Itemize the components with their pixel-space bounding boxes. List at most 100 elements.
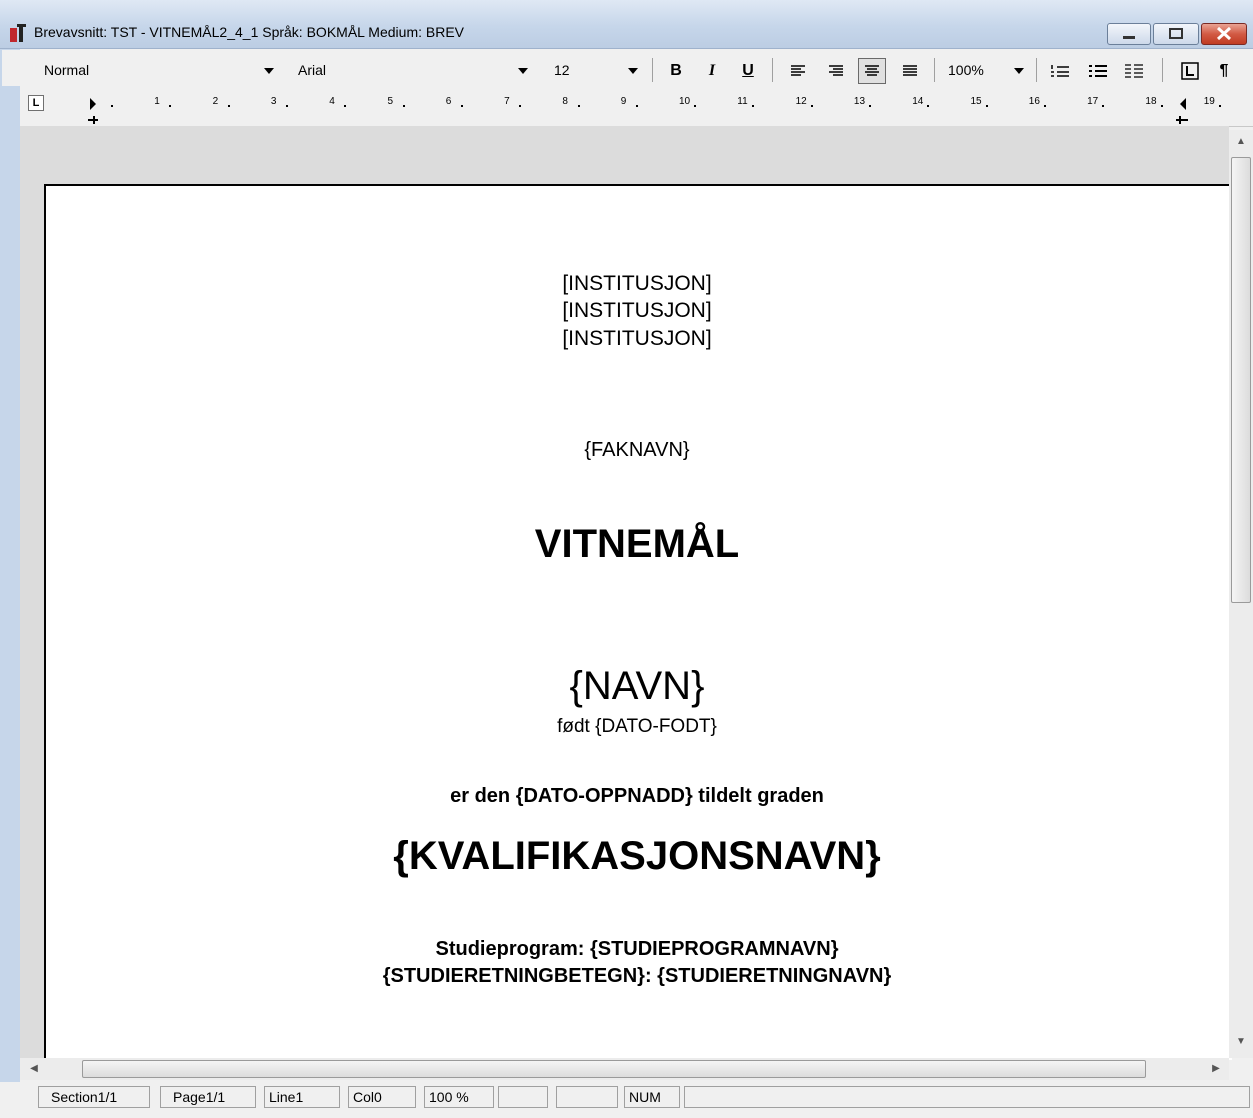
outline-list-icon (1125, 64, 1143, 78)
ruler-number: 18 (1145, 96, 1157, 107)
status-zoom: 100 % (424, 1086, 494, 1108)
ruler-number: 4 (329, 96, 335, 107)
maximize-icon (1169, 28, 1183, 39)
align-left-icon (791, 65, 805, 76)
justify-button[interactable] (896, 58, 924, 84)
align-center-icon (865, 65, 879, 76)
ruler-tick (111, 105, 114, 107)
ruler[interactable] (20, 92, 1253, 127)
close-icon (1216, 26, 1232, 41)
ruler-tick (1218, 105, 1221, 107)
ruler-tick (519, 105, 522, 107)
chevron-down-icon (518, 68, 528, 74)
status-empty-1 (498, 1086, 548, 1108)
close-button[interactable] (1201, 23, 1247, 45)
ruler-number: 15 (970, 96, 982, 107)
toolbar-separator (1162, 58, 1163, 82)
numbered-list-icon (1051, 65, 1069, 77)
qualification-name: {KVALIFIKASJONSNAVN} (393, 834, 881, 878)
ruler-tick (635, 105, 638, 107)
status-section: Section1/1 (38, 1086, 150, 1108)
justify-icon (903, 65, 917, 76)
vertical-scroll-thumb[interactable] (1231, 157, 1251, 603)
scroll-up-button[interactable]: ▲ (1231, 132, 1251, 152)
ruler-tick (227, 105, 230, 107)
tab-stop-button[interactable] (1176, 58, 1204, 84)
bullet-list-button[interactable] (1084, 58, 1112, 84)
ruler-number: 10 (679, 96, 691, 107)
align-center-button[interactable] (858, 58, 886, 84)
ruler-number: 16 (1028, 96, 1040, 107)
underline-button[interactable]: U (734, 58, 762, 84)
bold-button[interactable]: B (662, 58, 690, 84)
align-left-button[interactable] (784, 58, 812, 84)
zoom-select[interactable]: 100% (942, 58, 1028, 84)
status-line: Line1 (264, 1086, 340, 1108)
tab-stop-icon (1181, 62, 1199, 80)
ruler-tick (402, 105, 405, 107)
ruler-tick (460, 105, 463, 107)
maximize-button[interactable] (1153, 23, 1199, 45)
institution-line-2: [INSTITUSJON] (562, 299, 712, 322)
ruler-tick (927, 105, 930, 107)
font-size-value: 12 (554, 62, 570, 78)
ruler-number: 8 (562, 96, 568, 107)
horizontal-scroll-thumb[interactable] (82, 1060, 1146, 1078)
bullet-list-icon (1089, 65, 1107, 77)
institution-line-3: [INSTITUSJON] (562, 327, 712, 350)
show-formatting-button[interactable]: ¶ (1210, 58, 1238, 84)
minimize-icon (1123, 36, 1135, 39)
app-icon (10, 24, 26, 42)
ruler-tick (869, 105, 872, 107)
ruler-tick (577, 105, 580, 107)
scroll-right-button[interactable]: ▶ (1206, 1060, 1226, 1078)
document-heading: VITNEMÅL (534, 522, 740, 566)
font-size-select[interactable]: 12 (548, 58, 642, 84)
ruler-number: 5 (387, 96, 394, 107)
chevron-down-icon (628, 68, 638, 74)
ruler-tick (169, 105, 172, 107)
scroll-left-button[interactable]: ◀ (24, 1060, 44, 1078)
outline-list-button[interactable] (1120, 58, 1148, 84)
faculty-name: {FAKNAVN} (584, 439, 690, 461)
italic-button[interactable]: I (698, 58, 726, 84)
student-name: {NAVN} (569, 664, 705, 708)
tab-type-selector[interactable]: L (28, 95, 44, 111)
ruler-number: 7 (504, 96, 510, 107)
ruler-tick (344, 105, 347, 107)
chevron-down-icon (264, 68, 274, 74)
birth-date: født {DATO-FODT} (557, 716, 717, 737)
ruler-number: 12 (795, 96, 807, 107)
window-frame (0, 48, 20, 1118)
toolbar-separator (772, 58, 773, 82)
ruler-number: 3 (270, 96, 277, 107)
ruler-tick (752, 105, 755, 107)
ruler-number: 6 (445, 96, 452, 107)
status-empty-2 (556, 1086, 618, 1108)
zoom-value: 100% (948, 62, 984, 78)
status-message (684, 1086, 1250, 1108)
ruler-tick (1102, 105, 1105, 107)
font-select[interactable]: Arial (292, 58, 532, 84)
status-num: NUM (624, 1086, 680, 1108)
minimize-button[interactable] (1107, 23, 1151, 45)
first-line-indent-marker[interactable] (86, 98, 106, 126)
institution-line-1: [INSTITUSJON] (562, 272, 712, 295)
align-right-button[interactable] (822, 58, 850, 84)
ruler-tick (694, 105, 697, 107)
status-page: Page1/1 (160, 1086, 256, 1108)
ruler-tick (985, 105, 988, 107)
align-right-icon (829, 65, 843, 76)
window-title: Brevavsnitt: TST - VITNEMÅL2_4_1 Språk: … (34, 24, 465, 40)
scroll-down-button[interactable]: ▼ (1231, 1032, 1251, 1052)
ruler-number: 1 (154, 96, 160, 107)
style-select[interactable]: Normal (38, 58, 278, 84)
right-indent-marker[interactable] (1172, 98, 1196, 126)
award-text: er den {DATO-OPPNADD} tildelt graden (450, 785, 824, 807)
ruler-number: 17 (1087, 96, 1099, 107)
numbered-list-button[interactable] (1046, 58, 1074, 84)
style-value: Normal (44, 62, 90, 78)
ruler-number: 14 (912, 96, 924, 107)
toolbar-separator (934, 58, 935, 82)
toolbar-separator (1036, 58, 1037, 82)
